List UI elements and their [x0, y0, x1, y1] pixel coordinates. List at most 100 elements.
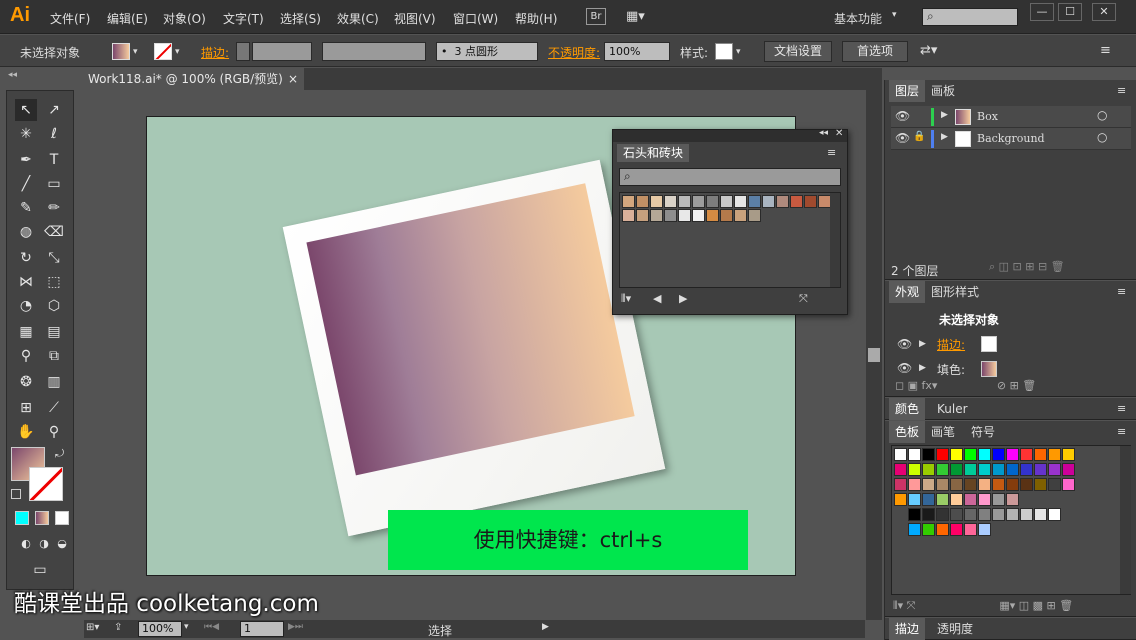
next-page-icon[interactable]: ▶⏭	[288, 622, 303, 632]
library-swatch[interactable]	[734, 209, 747, 222]
close-button[interactable]: ✕	[1092, 3, 1116, 21]
share-icon[interactable]: ⇪	[114, 622, 122, 633]
color-swatch[interactable]	[978, 523, 991, 536]
line-tool-icon[interactable]: ╱	[15, 173, 37, 195]
color-swatch[interactable]	[964, 493, 977, 506]
expand-arrow-icon[interactable]: ▶	[941, 110, 948, 120]
free-transform-tool-icon[interactable]: ⬚	[43, 271, 65, 293]
color-swatch[interactable]	[978, 508, 991, 521]
color-swatch[interactable]	[992, 463, 1005, 476]
library-swatch[interactable]	[762, 195, 775, 208]
screen-mode-icon[interactable]: ▭	[29, 559, 51, 581]
color-swatch[interactable]	[992, 478, 1005, 491]
color-swatch[interactable]	[922, 478, 935, 491]
color-swatch[interactable]	[1048, 463, 1061, 476]
color-swatch[interactable]	[1048, 478, 1061, 491]
default-colors-icon[interactable]	[11, 489, 21, 499]
perspective-grid-tool-icon[interactable]: ⬡	[43, 295, 65, 317]
library-search-input[interactable]: ⌕	[619, 168, 841, 186]
color-swatch[interactable]	[1020, 508, 1033, 521]
menu-view[interactable]: 视图(V)	[394, 10, 436, 27]
none-mode-icon[interactable]	[55, 511, 69, 525]
layer-row-background[interactable]: 👁 🔒 ▶ Background ○	[891, 128, 1131, 150]
color-swatch[interactable]	[1062, 448, 1075, 461]
status-arrow-icon[interactable]: ▶	[542, 622, 549, 632]
panel-menu-icon[interactable]: ≡	[1117, 425, 1126, 438]
swap-colors-icon[interactable]: ⤾	[55, 447, 64, 461]
color-swatch[interactable]	[992, 493, 1005, 506]
first-page-icon[interactable]: ⏮◀	[204, 622, 219, 632]
expand-arrow-icon[interactable]: ▶	[919, 363, 926, 373]
zoom-tool-icon[interactable]: ⚲	[43, 421, 65, 443]
layer-name[interactable]: Box	[977, 110, 998, 123]
workspace-switcher[interactable]: 基本功能	[834, 10, 882, 27]
library-swatch[interactable]	[636, 195, 649, 208]
tab-layers[interactable]: 图层	[889, 80, 926, 102]
library-swatch[interactable]	[650, 195, 663, 208]
color-swatch[interactable]	[908, 493, 921, 506]
arrange-icon[interactable]: ⇄▾	[920, 43, 937, 58]
paintbrush-tool-icon[interactable]: ✎	[15, 197, 37, 219]
symbol-sprayer-tool-icon[interactable]: ❂	[15, 371, 37, 393]
color-swatch[interactable]	[950, 448, 963, 461]
opacity-label[interactable]: 不透明度:	[548, 44, 600, 61]
color-swatch[interactable]	[964, 523, 977, 536]
swatch-tools-icons[interactable]: ⫴▾ ⤧ ▦▾ ◫ ▩ ⊞ 🗑	[893, 599, 1073, 613]
library-swatch[interactable]	[622, 195, 635, 208]
appearance-tools-icons[interactable]: ◻ ▣ fx▾ ⊘ ⊞ 🗑	[895, 379, 1036, 392]
zoom-input[interactable]: 100%	[138, 621, 182, 637]
close-icon[interactable]: ×	[288, 68, 298, 90]
menu-help[interactable]: 帮助(H)	[515, 10, 557, 27]
library-menu-icon[interactable]: ⫴▾	[621, 292, 631, 306]
tab-brushes[interactable]: 画笔	[925, 421, 961, 443]
menu-window[interactable]: 窗口(W)	[453, 10, 498, 27]
type-tool-icon[interactable]: T	[43, 149, 65, 171]
magic-wand-tool-icon[interactable]: ✳	[15, 123, 37, 145]
appearance-fill-label[interactable]: 填色:	[937, 361, 965, 378]
library-swatch[interactable]	[706, 209, 719, 222]
slice-tool-icon[interactable]: ⟋	[43, 397, 65, 419]
tab-kuler[interactable]: Kuler	[931, 398, 974, 420]
scroll-thumb[interactable]	[868, 348, 880, 362]
menu-effect[interactable]: 效果(C)	[337, 10, 379, 27]
color-swatch[interactable]	[950, 508, 963, 521]
panel-menu-icon[interactable]: ≡	[1117, 402, 1126, 415]
expand-arrow-icon[interactable]: ▶	[919, 339, 926, 349]
color-swatch[interactable]	[1048, 508, 1061, 521]
color-swatch[interactable]	[950, 523, 963, 536]
brush-select[interactable]: • 3 点圆形	[436, 42, 538, 61]
layer-tools-icons[interactable]: ⌕ ◫ ⊡ ⊞ ⊟ 🗑	[989, 260, 1065, 274]
color-swatch[interactable]	[1006, 493, 1019, 506]
color-swatch[interactable]	[1048, 448, 1061, 461]
eye-icon[interactable]: 👁	[895, 131, 910, 145]
library-swatch[interactable]	[664, 195, 677, 208]
color-swatch[interactable]	[1034, 463, 1047, 476]
draw-inside-icon[interactable]: ◒	[51, 533, 73, 555]
variable-width-select[interactable]	[322, 42, 426, 61]
vertical-scrollbar[interactable]	[866, 90, 882, 620]
library-swatch[interactable]	[692, 195, 705, 208]
color-swatch[interactable]	[936, 493, 949, 506]
color-swatch[interactable]	[1006, 478, 1019, 491]
rotate-tool-icon[interactable]: ↻	[15, 247, 37, 269]
maximize-button[interactable]: ☐	[1058, 3, 1082, 21]
color-swatch[interactable]	[908, 523, 921, 536]
tools-icon[interactable]: ⤧	[799, 292, 808, 306]
color-swatch[interactable]	[936, 523, 949, 536]
color-swatch[interactable]	[922, 523, 935, 536]
close-icon[interactable]: ✕	[835, 128, 843, 139]
eyedropper-tool-icon[interactable]: ⚲	[15, 345, 37, 367]
swatch-scrollbar[interactable]	[1120, 446, 1131, 594]
color-swatch[interactable]	[1062, 478, 1075, 491]
color-swatch[interactable]	[1020, 463, 1033, 476]
stroke-swatch[interactable]	[981, 336, 997, 352]
chevron-down-icon[interactable]: ▾	[175, 47, 180, 57]
color-swatch[interactable]	[950, 463, 963, 476]
color-swatch[interactable]	[936, 448, 949, 461]
tab-symbols[interactable]: 符号	[965, 421, 1001, 443]
pen-tool-icon[interactable]: ✒	[15, 149, 37, 171]
tab-stroke[interactable]: 描边	[889, 618, 926, 640]
collapse-icon[interactable]: ◂◂	[819, 128, 828, 138]
expand-arrow-icon[interactable]: ▶	[941, 132, 948, 142]
target-icon[interactable]: ○	[1097, 108, 1107, 122]
